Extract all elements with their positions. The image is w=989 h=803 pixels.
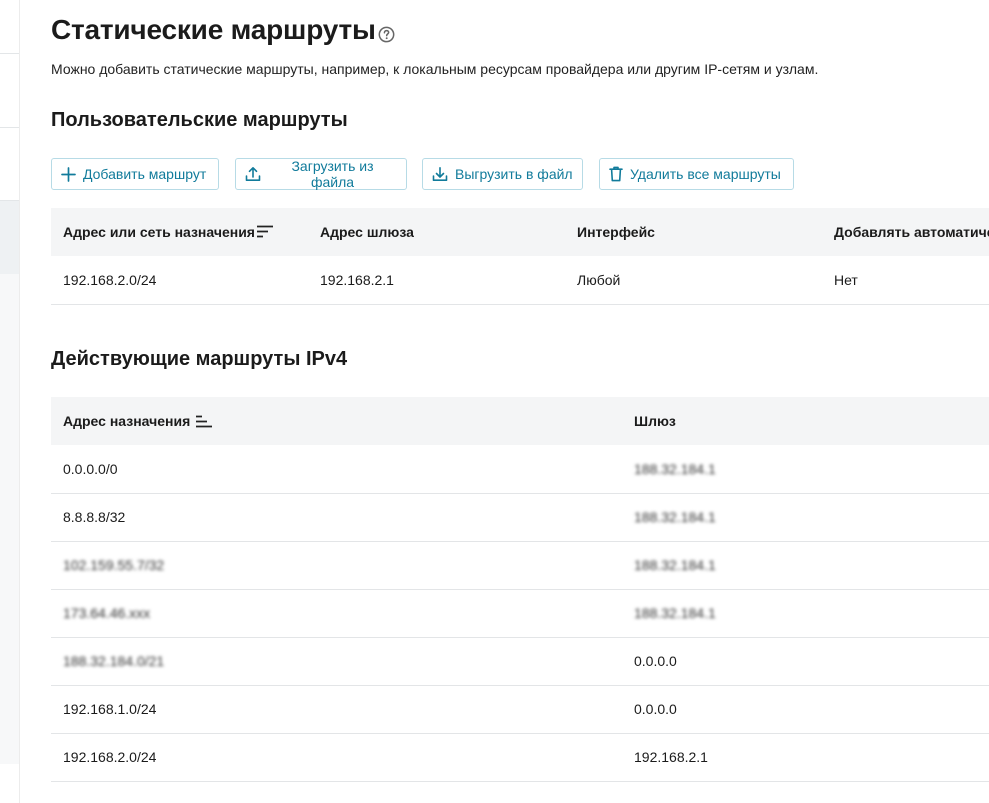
user-routes-table-header: Адрес или сеть назначения Адрес шлюза Ин… xyxy=(51,208,989,256)
sidebar-divider xyxy=(0,127,19,128)
add-route-label: Добавить маршрут xyxy=(83,166,207,182)
sidebar-item-active[interactable] xyxy=(0,200,19,276)
col-interface: Интерфейс xyxy=(577,224,655,240)
active-route-gateway: 188.32.184.1 xyxy=(634,557,716,573)
route-gateway: 192.168.2.1 xyxy=(320,272,394,288)
upload-file-label: Загрузить из файла xyxy=(291,158,374,190)
upload-icon xyxy=(245,167,261,181)
active-route-gateway: 188.32.184.1 xyxy=(634,509,716,525)
sidebar xyxy=(0,0,20,803)
table-row: 8.8.8.8/32 188.32.184.1 xyxy=(51,493,989,542)
table-row: 192.168.2.0/24 192.168.2.1 xyxy=(51,733,989,782)
col-active-gateway: Шлюз xyxy=(634,413,676,429)
col-destination[interactable]: Адрес или сеть назначения xyxy=(63,224,255,240)
active-route-destination: 0.0.0.0/0 xyxy=(63,461,118,477)
active-route-gateway: 0.0.0.0 xyxy=(634,653,677,669)
route-destination: 192.168.2.0/24 xyxy=(63,272,157,288)
active-route-destination: 192.168.2.0/24 xyxy=(63,749,157,765)
table-row: 173.64.46.xxx 188.32.184.1 xyxy=(51,589,989,638)
active-route-gateway: 192.168.2.1 xyxy=(634,749,708,765)
download-icon xyxy=(432,167,448,181)
table-row: 0.0.0.0/0 188.32.184.1 xyxy=(51,445,989,494)
route-auto: Нет xyxy=(834,272,858,288)
active-route-destination: 188.32.184.0/21 xyxy=(63,653,165,669)
active-route-destination: 173.64.46.xxx xyxy=(63,605,151,621)
page-description: Можно добавить статические маршруты, нап… xyxy=(51,61,819,77)
add-route-button[interactable]: Добавить маршрут xyxy=(51,158,219,190)
active-route-gateway: 188.32.184.1 xyxy=(634,461,716,477)
sort-icon[interactable] xyxy=(196,415,212,428)
table-row: 102.159.55.7/32 188.32.184.1 xyxy=(51,541,989,590)
active-routes-table-header: Адрес назначения Шлюз xyxy=(51,397,989,445)
active-route-destination: 192.168.1.0/24 xyxy=(63,701,157,717)
active-route-gateway: 188.32.184.1 xyxy=(634,605,716,621)
plus-icon xyxy=(61,166,76,182)
col-active-destination[interactable]: Адрес назначения xyxy=(63,413,190,429)
table-row: 192.168.1.0/24 0.0.0.0 xyxy=(51,685,989,734)
delete-all-routes-label: Удалить все маршруты xyxy=(630,166,781,182)
sidebar-lower-area xyxy=(0,274,19,764)
upload-file-button[interactable]: Загрузить из файла xyxy=(235,158,407,190)
help-icon[interactable] xyxy=(378,26,395,43)
delete-all-routes-button[interactable]: Удалить все маршруты xyxy=(599,158,794,190)
col-auto: Добавлять автоматиче xyxy=(834,224,989,240)
active-routes-title: Действующие маршруты IPv4 xyxy=(51,348,348,370)
download-file-label: Выгрузить в файл xyxy=(455,166,573,182)
active-route-destination: 8.8.8.8/32 xyxy=(63,509,126,525)
sidebar-divider xyxy=(0,53,19,54)
active-route-destination: 102.159.55.7/32 xyxy=(63,557,165,573)
page-title: Статические маршруты xyxy=(51,14,376,45)
col-gateway: Адрес шлюза xyxy=(320,224,414,240)
active-route-gateway: 0.0.0.0 xyxy=(634,701,677,717)
download-file-button[interactable]: Выгрузить в файл xyxy=(422,158,583,190)
table-row: 188.32.184.0/21 0.0.0.0 xyxy=(51,637,989,686)
user-routes-title: Пользовательские маршруты xyxy=(51,109,348,131)
table-row[interactable]: 192.168.2.0/24 192.168.2.1 Любой Нет xyxy=(51,256,989,305)
sort-icon[interactable] xyxy=(257,225,273,238)
trash-icon xyxy=(609,166,623,182)
route-interface: Любой xyxy=(577,272,621,288)
